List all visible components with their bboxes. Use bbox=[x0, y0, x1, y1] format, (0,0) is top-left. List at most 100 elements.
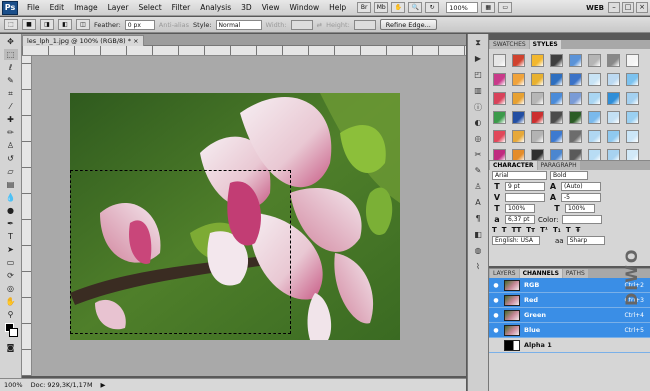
menu-item-file[interactable]: File bbox=[22, 3, 45, 12]
style-swatch[interactable] bbox=[588, 111, 601, 124]
channel-row[interactable]: ● Blue Ctrl+5 bbox=[489, 323, 650, 338]
style-swatch[interactable] bbox=[531, 73, 544, 86]
zoom-tool-icon[interactable]: 🔍 bbox=[408, 2, 423, 13]
style-swatch[interactable] bbox=[569, 92, 582, 105]
tab-styles[interactable]: STYLES bbox=[529, 40, 561, 49]
menu-item-window[interactable]: Window bbox=[285, 3, 325, 12]
paragraph-icon[interactable]: ¶ bbox=[471, 214, 485, 226]
path-selection-icon[interactable]: ➤ bbox=[4, 244, 18, 255]
minibridge-icon[interactable]: Mb bbox=[374, 2, 389, 13]
move-tool-icon[interactable]: ✥ bbox=[4, 36, 18, 47]
document-tab[interactable]: les_lph_1.jpg @ 100% (RGB/8) * × bbox=[22, 35, 144, 46]
close-icon[interactable]: × bbox=[636, 2, 648, 13]
healing-brush-icon[interactable]: ✚ bbox=[4, 114, 18, 125]
height-input[interactable] bbox=[353, 19, 376, 30]
style-swatch[interactable] bbox=[531, 92, 544, 105]
quick-mask-icon[interactable]: ◙ bbox=[4, 342, 18, 353]
visibility-eye-icon[interactable]: ● bbox=[492, 282, 500, 289]
font-family-select[interactable]: Arial bbox=[492, 171, 547, 180]
superscript-icon[interactable]: T¹ bbox=[540, 226, 548, 234]
zoom-icon[interactable]: ⚲ bbox=[4, 309, 18, 320]
arrange-documents-icon[interactable]: ▦ bbox=[481, 2, 496, 13]
dodge-icon[interactable]: ● bbox=[4, 205, 18, 216]
subscript-icon[interactable]: T₁ bbox=[553, 226, 561, 234]
brush-icon[interactable]: ✏ bbox=[4, 127, 18, 138]
hand-icon[interactable]: ✋ bbox=[4, 296, 18, 307]
style-swatch[interactable] bbox=[588, 92, 601, 105]
character-icon[interactable]: A bbox=[471, 198, 485, 210]
style-swatch[interactable] bbox=[531, 54, 544, 67]
style-swatch[interactable] bbox=[569, 54, 582, 67]
style-swatch[interactable] bbox=[626, 73, 639, 86]
visibility-eye-icon[interactable]: ● bbox=[492, 297, 500, 304]
clone-stamp-icon[interactable]: ♙ bbox=[4, 140, 18, 151]
menu-item-select[interactable]: Select bbox=[134, 3, 167, 12]
width-input[interactable] bbox=[290, 19, 313, 30]
style-swatch[interactable] bbox=[550, 54, 563, 67]
menu-item-help[interactable]: Help bbox=[324, 3, 351, 12]
masks-icon[interactable]: ◎ bbox=[471, 134, 485, 146]
tool-presets-icon[interactable]: ✂ bbox=[471, 150, 485, 162]
histogram-icon[interactable]: ▥ bbox=[471, 86, 485, 98]
style-swatch[interactable] bbox=[569, 73, 582, 86]
style-swatch[interactable] bbox=[512, 54, 525, 67]
visibility-eye-icon[interactable]: ● bbox=[492, 312, 500, 319]
pen-icon[interactable]: ✒ bbox=[4, 218, 18, 229]
gradient-icon[interactable]: ▤ bbox=[4, 179, 18, 190]
style-swatch[interactable] bbox=[626, 54, 639, 67]
history-brush-icon[interactable]: ↺ bbox=[4, 153, 18, 164]
maximize-icon[interactable]: □ bbox=[622, 2, 634, 13]
style-swatch[interactable] bbox=[493, 92, 506, 105]
text-color-swatch[interactable] bbox=[561, 215, 602, 224]
menu-item-3d[interactable]: 3D bbox=[236, 3, 257, 12]
style-swatch[interactable] bbox=[512, 73, 525, 86]
type-icon[interactable]: T bbox=[4, 231, 18, 242]
bridge-icon[interactable]: Br bbox=[357, 2, 372, 13]
style-swatch[interactable] bbox=[531, 111, 544, 124]
style-swatch[interactable] bbox=[512, 111, 525, 124]
faux-italic-icon[interactable]: T bbox=[502, 226, 507, 234]
style-swatch[interactable] bbox=[550, 92, 563, 105]
rotate-view-icon[interactable]: ↻ bbox=[425, 2, 440, 13]
style-swatch[interactable] bbox=[569, 111, 582, 124]
clone-source-icon[interactable]: ♙ bbox=[471, 182, 485, 194]
strikethrough-icon[interactable]: Ŧ bbox=[576, 226, 581, 234]
shape-icon[interactable]: ▭ bbox=[4, 257, 18, 268]
style-swatch[interactable] bbox=[607, 54, 620, 67]
tab-channels[interactable]: CHANNELS bbox=[519, 269, 562, 278]
screen-mode-icon[interactable]: ▭ bbox=[498, 2, 513, 13]
style-swatch[interactable] bbox=[588, 130, 601, 143]
style-swatch[interactable] bbox=[569, 130, 582, 143]
actions-icon[interactable]: ▶ bbox=[471, 54, 485, 66]
style-swatch[interactable] bbox=[607, 130, 620, 143]
new-selection-icon[interactable]: ■ bbox=[22, 19, 36, 30]
tab-paths[interactable]: PATHS bbox=[562, 269, 588, 278]
all-caps-icon[interactable]: TT bbox=[512, 226, 522, 234]
minimize-icon[interactable]: – bbox=[608, 2, 620, 13]
paths-icon[interactable]: ⌇ bbox=[471, 262, 485, 274]
marquee-selection[interactable] bbox=[70, 170, 291, 334]
style-swatch[interactable] bbox=[531, 130, 544, 143]
menu-item-filter[interactable]: Filter bbox=[167, 3, 196, 12]
channels-icon[interactable]: ◍ bbox=[471, 246, 485, 258]
add-selection-icon[interactable]: ◨ bbox=[40, 19, 54, 30]
zoom-level-field[interactable]: 100% bbox=[446, 2, 479, 13]
layers-icon[interactable]: ◧ bbox=[471, 230, 485, 242]
blur-icon[interactable]: 💧 bbox=[4, 192, 18, 203]
font-size-select[interactable]: 9 pt bbox=[505, 182, 545, 191]
baseline-shift-input[interactable]: 6,37 pt bbox=[505, 215, 535, 224]
swap-icon[interactable]: ⇄ bbox=[317, 21, 322, 29]
language-select[interactable]: English: USA bbox=[492, 236, 540, 245]
workspace-switcher[interactable]: WEB bbox=[586, 4, 604, 12]
style-swatch[interactable] bbox=[550, 130, 563, 143]
style-swatch[interactable] bbox=[626, 111, 639, 124]
marquee-preset-icon[interactable]: ⬚ bbox=[4, 19, 18, 30]
tab-close-icon[interactable]: × bbox=[133, 37, 138, 45]
visibility-eye-icon[interactable]: ● bbox=[492, 327, 500, 334]
adjustments-icon[interactable]: ◐ bbox=[471, 118, 485, 130]
style-swatch[interactable] bbox=[493, 111, 506, 124]
vertical-scale-input[interactable]: 100% bbox=[505, 204, 535, 213]
style-swatch[interactable] bbox=[626, 130, 639, 143]
small-caps-icon[interactable]: Tт bbox=[526, 226, 535, 234]
color-swatches-icon[interactable] bbox=[4, 322, 18, 340]
